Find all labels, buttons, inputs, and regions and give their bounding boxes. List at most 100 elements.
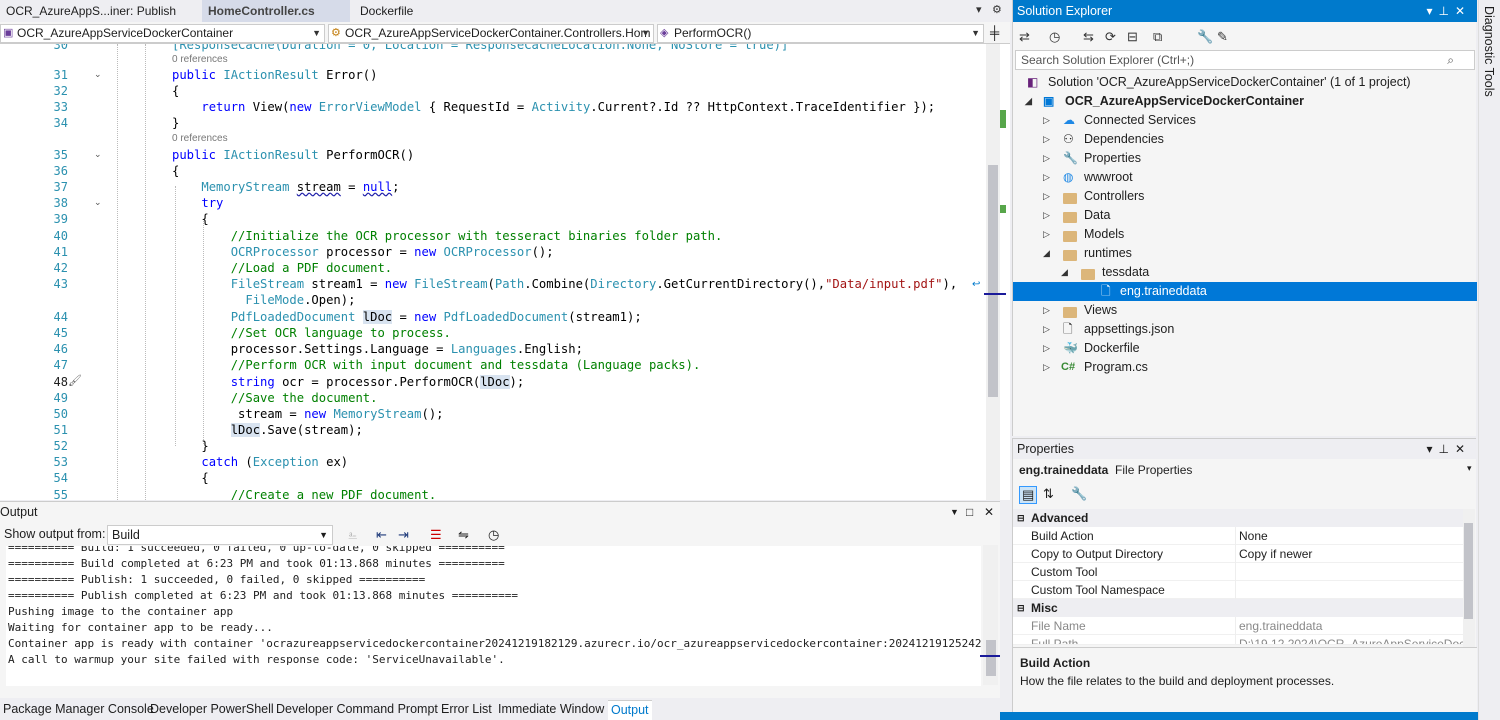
tab-dropdown-icon[interactable]: ▾ (976, 3, 982, 16)
tree-item-tessdata[interactable]: ◢ tessdata (1013, 263, 1477, 282)
tab-homecontroller[interactable]: HomeController.cs (202, 0, 350, 22)
tab-output[interactable]: Output (608, 700, 652, 720)
preview-icon[interactable]: ✎ (1217, 29, 1228, 45)
tab-publish[interactable]: OCR_AzureAppS...iner: Publish (0, 0, 200, 22)
tree-item-dependencies[interactable]: ▷ ⚇ Dependencies (1013, 130, 1477, 149)
tree-item-dockerfile[interactable]: ▷ 🐳 Dockerfile (1013, 339, 1477, 358)
timestamp-icon[interactable]: ◷ (488, 527, 499, 543)
tree-item-models[interactable]: ▷ Models (1013, 225, 1477, 244)
output-text-area[interactable]: ========== Build: 1 succeeded, 0 failed,… (6, 546, 981, 686)
previous-message-icon[interactable]: ⇤ (376, 527, 387, 543)
class-dropdown[interactable]: ⚙ OCR_AzureAppServiceDockerContainer.Con… (328, 24, 654, 43)
tree-item-connected-services[interactable]: ▷ ☁ Connected Services (1013, 111, 1477, 130)
collapsed-arrow-icon[interactable]: ▷ (1043, 225, 1050, 244)
panel-window-icons[interactable]: ▾⊥✕ (1426, 439, 1471, 459)
collapsed-arrow-icon[interactable]: ▷ (1043, 339, 1050, 358)
line-number: 39 (53, 212, 68, 226)
tree-item-data[interactable]: ▷ Data (1013, 206, 1477, 225)
collapsed-arrow-icon[interactable]: ▷ (1043, 187, 1050, 206)
editor-scrollbar-thumb[interactable] (988, 165, 998, 397)
collapse-icon[interactable]: ⌄ (94, 149, 102, 160)
expanded-arrow-icon[interactable]: ◢ (1061, 263, 1068, 282)
history-icon[interactable]: ◷ (1049, 29, 1060, 45)
solution-explorer-title: Solution Explorer ▾⊥✕ (1013, 0, 1477, 22)
collapsed-arrow-icon[interactable]: ▷ (1043, 301, 1050, 320)
maximize-icon[interactable]: □ (966, 502, 973, 522)
property-row[interactable]: Custom Tool Namespace (1013, 581, 1463, 599)
split-editor-icon[interactable]: ╪ (990, 25, 999, 40)
find-message-icon[interactable]: ⎁ (348, 528, 358, 543)
collapsed-arrow-icon[interactable]: ▷ (1043, 320, 1050, 339)
property-row[interactable]: Copy to Output Directory Copy if newer (1013, 545, 1463, 563)
collapse-all-icon[interactable]: ⊟ (1127, 29, 1138, 45)
tree-item-eng-traineddata[interactable]: 🗋 eng.traineddata (1013, 282, 1477, 301)
line-number: 37 (53, 180, 68, 194)
settings-wrench-icon[interactable]: 🔧 (1197, 29, 1213, 45)
expanded-arrow-icon[interactable]: ◢ (1025, 92, 1032, 111)
chevron-down-icon[interactable]: ▼ (950, 502, 959, 522)
alphabetical-icon[interactable]: ⇅ (1043, 486, 1054, 502)
properties-scrollbar[interactable] (1463, 509, 1475, 647)
output-source-select[interactable]: Build ▼ (107, 525, 333, 545)
panel-window-icons[interactable]: ▾⊥✕ (1426, 0, 1471, 22)
property-row[interactable]: Build Action None (1013, 527, 1463, 545)
sync-icon[interactable]: ⇄ (1019, 29, 1030, 45)
output-scrollbar-thumb[interactable] (986, 640, 996, 676)
tree-item-project[interactable]: ◢ ▣ OCR_AzureAppServiceDockerContainer (1013, 92, 1477, 111)
tab-developer-powershell[interactable]: Developer PowerShell (147, 700, 277, 720)
property-row[interactable]: File Name eng.traineddata (1013, 617, 1463, 635)
collapsed-arrow-icon[interactable]: ▷ (1043, 358, 1050, 377)
collapsed-arrow-icon[interactable]: ▷ (1043, 130, 1050, 149)
project-dropdown-value: OCR_AzureAppServiceDockerContainer (17, 26, 234, 40)
member-dropdown[interactable]: ◈ PerformOCR() ▼ (657, 24, 984, 43)
tree-item-solution[interactable]: ◧ Solution 'OCR_AzureAppServiceDockerCon… (1013, 73, 1477, 92)
collapse-icon[interactable]: ⌄ (94, 69, 102, 80)
tree-item-controllers[interactable]: ▷ Controllers (1013, 187, 1477, 206)
collapse-icon[interactable]: ⊟ (1017, 599, 1025, 617)
quick-actions-brush-icon[interactable]: 🖌 (68, 374, 82, 387)
tree-item-properties[interactable]: ▷ 🔧 Properties (1013, 149, 1477, 168)
solution-search-input[interactable]: Search Solution Explorer (Ctrl+;) ⌕ (1015, 50, 1475, 70)
collapsed-arrow-icon[interactable]: ▷ (1043, 168, 1050, 187)
word-wrap-icon[interactable]: ⇋ (458, 527, 469, 543)
tab-immediate-window[interactable]: Immediate Window (495, 700, 607, 720)
codelens-references[interactable]: 0 references (172, 133, 228, 144)
pending-changes-icon[interactable]: ⇆ (1083, 29, 1094, 45)
code-editor[interactable]: 30 31 32 33 34 35 36 37 38 39 40 41 42 4… (0, 44, 1010, 500)
collapsed-arrow-icon[interactable]: ▷ (1043, 149, 1050, 168)
collapse-icon[interactable]: ⌄ (94, 197, 102, 208)
property-section-advanced[interactable]: ⊟ Advanced (1013, 509, 1463, 527)
properties-object-selector[interactable]: eng.traineddata File Properties (1019, 463, 1192, 477)
property-row[interactable]: Custom Tool (1013, 563, 1463, 581)
property-row[interactable]: Full Path D:\19.12.2024\OCR_AzureAppServ… (1013, 635, 1463, 645)
tab-error-list[interactable]: Error List (438, 700, 495, 720)
refresh-icon[interactable]: ⟳ (1105, 29, 1116, 45)
tab-package-manager-console[interactable]: Package Manager Console (0, 700, 157, 720)
tab-developer-command-prompt[interactable]: Developer Command Prompt (273, 700, 441, 720)
next-message-icon[interactable]: ⇥ (398, 527, 409, 543)
collapsed-arrow-icon[interactable]: ▷ (1043, 206, 1050, 225)
tree-item-appsettings[interactable]: ▷ 🗋 appsettings.json (1013, 320, 1477, 339)
categorized-icon[interactable]: ▤ (1019, 486, 1038, 504)
tab-dockerfile[interactable]: Dockerfile (354, 0, 454, 22)
collapsed-arrow-icon[interactable]: ▷ (1043, 111, 1050, 130)
tree-item-runtimes[interactable]: ◢ runtimes (1013, 244, 1477, 263)
tree-item-program[interactable]: ▷ C# Program.cs (1013, 358, 1477, 377)
clear-all-icon[interactable]: ☰ (430, 527, 442, 543)
tree-item-wwwroot[interactable]: ▷ ◍ wwwroot (1013, 168, 1477, 187)
collapse-icon[interactable]: ⊟ (1017, 509, 1025, 527)
project-dropdown[interactable]: ▣ OCR_AzureAppServiceDockerContainer ▼ (0, 24, 325, 43)
property-section-misc[interactable]: ⊟ Misc (1013, 599, 1463, 617)
expanded-arrow-icon[interactable]: ◢ (1043, 244, 1050, 263)
code-line: lDoc.Save(stream); (230, 423, 363, 437)
solution-explorer-toolbar: ⇄ ◷ ⇆ ⟳ ⊟ ⧉ 🔧 ✎ (1013, 24, 1477, 50)
diagnostic-tools-tab[interactable]: Diagnostic Tools (1482, 6, 1496, 97)
property-pages-icon[interactable]: 🔧 (1071, 486, 1087, 502)
chevron-down-icon[interactable]: ▾ (1467, 463, 1472, 474)
properties-scrollbar-thumb[interactable] (1464, 523, 1473, 619)
codelens-references[interactable]: 0 references (172, 54, 228, 65)
show-all-files-icon[interactable]: ⧉ (1153, 29, 1162, 45)
gear-icon[interactable]: ⚙ (992, 3, 1002, 16)
tree-item-views[interactable]: ▷ Views (1013, 301, 1477, 320)
close-icon[interactable]: ✕ (984, 502, 994, 522)
